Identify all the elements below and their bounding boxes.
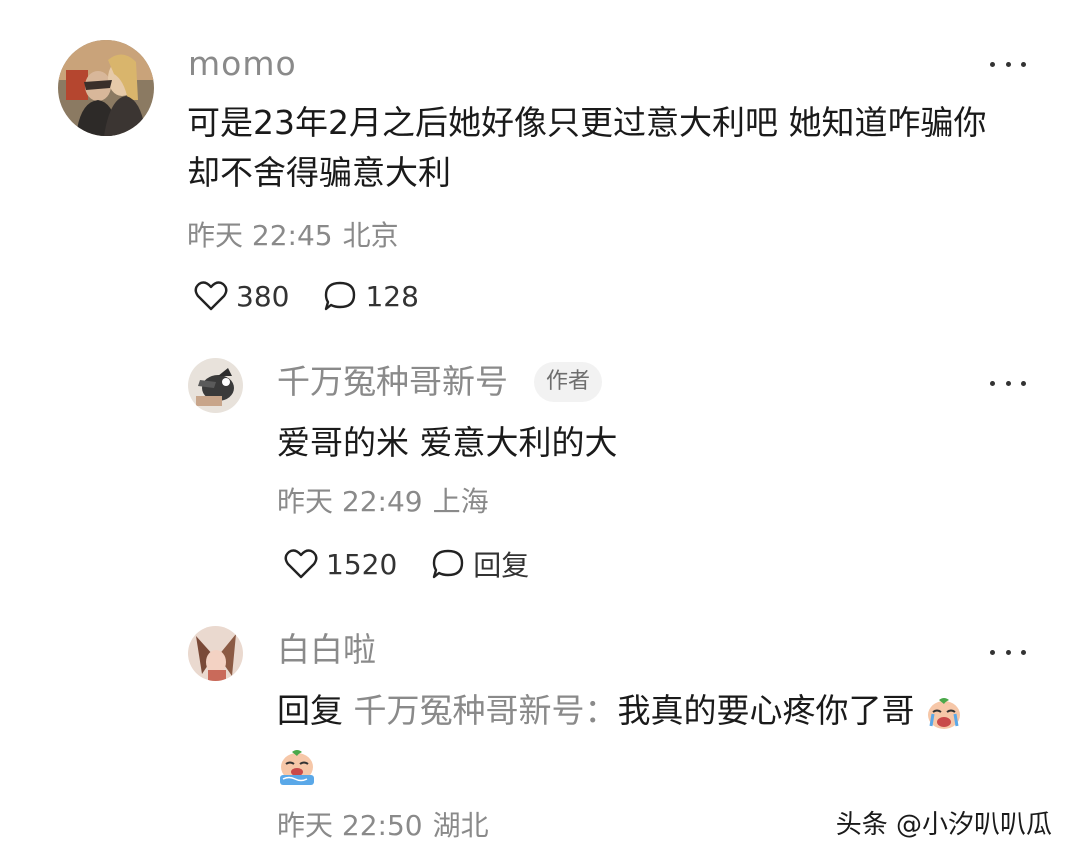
comment-meta: 昨天 22:49 上海 [277, 484, 489, 520]
reply-target[interactable]: 千万冤种哥新号： [354, 691, 618, 730]
comment-text-line: 可是23年2月之后她好像只更过意大利吧 她知道咋骗你 [187, 103, 987, 142]
comment-text: 回复 千万冤种哥新号：我真的要心疼你了哥 [277, 686, 1037, 790]
comment-button[interactable]: 128 [323, 279, 419, 313]
author-badge: 作者 [534, 362, 603, 402]
like-count: 380 [236, 279, 290, 313]
reply-button[interactable]: 回复 [431, 544, 529, 584]
crying-emoji-icon [280, 749, 314, 785]
speech-bubble-icon [325, 281, 356, 311]
like-button[interactable]: 1520 [284, 548, 397, 581]
heart-outline-icon [194, 281, 228, 311]
avatar[interactable] [188, 626, 243, 681]
reply-text: 我真的要心疼你了哥 [617, 691, 915, 730]
crying-emoji-icon [928, 697, 960, 729]
comment-text: 爱哥的米 爱意大利的大 [277, 423, 618, 462]
more-icon[interactable] [990, 647, 1026, 657]
reply-count: 128 [365, 279, 419, 313]
comment-meta: 昨天 22:45 北京 [187, 218, 399, 254]
like-button[interactable]: 380 [194, 280, 289, 313]
avatar[interactable] [188, 358, 243, 413]
speech-bubble-icon [433, 549, 464, 579]
username[interactable]: momo [188, 44, 297, 84]
like-count: 1520 [326, 547, 398, 581]
username[interactable]: 千万冤种哥新号 [277, 362, 508, 402]
timestamp: 昨天 22:45 [187, 219, 333, 252]
comment-actions: 380 128 [194, 276, 453, 316]
reply-item: 千万冤种哥新号 作者 爱哥的米 爱意大利的大 昨天 22:49 上海 1520 回… [0, 330, 1074, 610]
location: 北京 [342, 219, 399, 252]
comment-text-line: 却不舍得骗意大利 [187, 153, 451, 192]
reply-label: 回复 [473, 549, 530, 582]
more-icon[interactable] [990, 378, 1026, 388]
comment-text: 可是23年2月之后她好像只更过意大利吧 她知道咋骗你 却不舍得骗意大利 [187, 98, 1047, 198]
username[interactable]: 白白啦 [277, 630, 376, 670]
timestamp: 昨天 22:50 [277, 809, 423, 842]
timestamp: 昨天 22:49 [277, 485, 423, 518]
more-icon[interactable] [990, 59, 1026, 69]
comment-text-line [277, 740, 1037, 790]
location: 湖北 [432, 809, 489, 842]
location: 上海 [432, 485, 489, 518]
heart-outline-icon [284, 549, 318, 579]
comment-item: momo 可是23年2月之后她好像只更过意大利吧 她知道咋骗你 却不舍得骗意大利… [0, 0, 1074, 330]
reply-prefix: 回复 [277, 691, 343, 730]
avatar[interactable] [58, 40, 154, 136]
comment-text-line: 回复 千万冤种哥新号：我真的要心疼你了哥 [277, 686, 1037, 736]
watermark: 头条 @小汐叭叭瓜 [835, 810, 1052, 840]
comment-actions: 1520 回复 [284, 544, 563, 584]
comment-meta: 昨天 22:50 湖北 [277, 808, 489, 844]
